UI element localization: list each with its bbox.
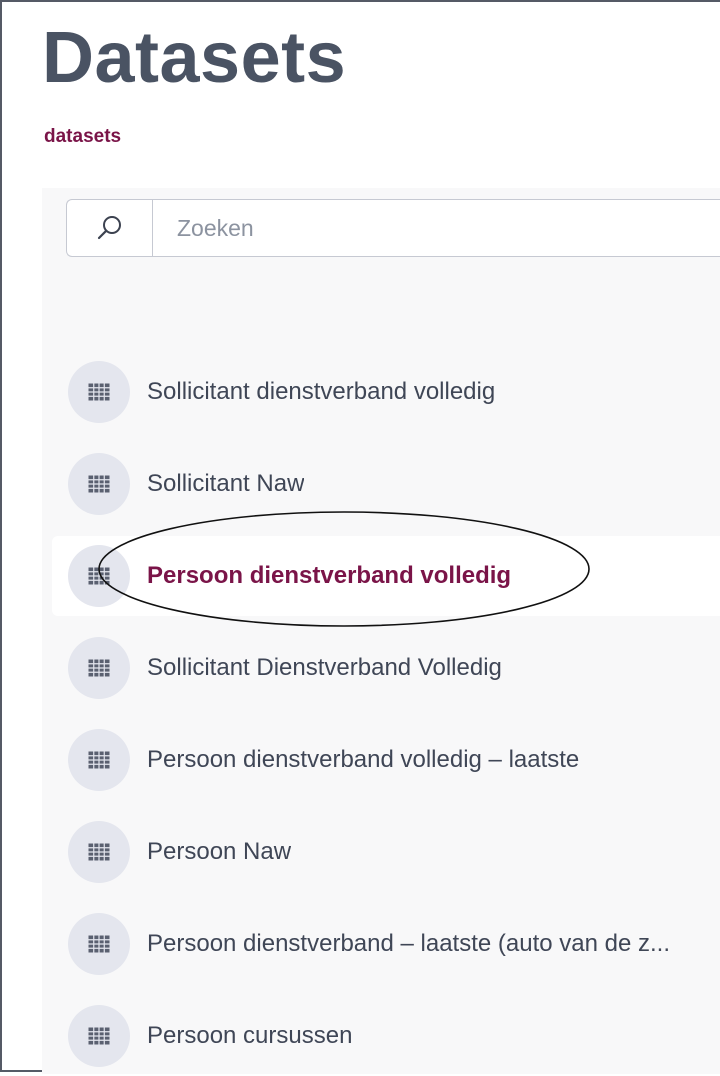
- search-button[interactable]: [67, 200, 153, 256]
- table-grid-icon: [68, 361, 130, 423]
- datasets-panel: Sollicitant dienstverband volledig: [42, 188, 720, 1074]
- table-grid-icon: [68, 729, 130, 791]
- dataset-item-label: Persoon dienstverband – laatste (auto va…: [147, 930, 670, 957]
- table-grid-icon: [68, 913, 130, 975]
- dataset-item-label: Sollicitant Naw: [147, 470, 305, 497]
- dataset-item[interactable]: Persoon dienstverband volledig – laatste: [52, 720, 720, 800]
- dataset-item-label: Persoon Naw: [147, 838, 292, 865]
- dataset-item[interactable]: Persoon Naw: [52, 812, 720, 892]
- search-bar: [66, 199, 720, 257]
- dataset-item[interactable]: Persoon dienstverband – laatste (auto va…: [52, 904, 720, 984]
- dataset-item-label: Sollicitant dienstverband volledig: [147, 378, 496, 405]
- dataset-item-label: Persoon dienstverband volledig – laatste: [147, 746, 580, 773]
- table-grid-icon: [68, 637, 130, 699]
- dataset-item[interactable]: Sollicitant Naw: [52, 444, 720, 524]
- table-grid-icon: [68, 453, 130, 515]
- dataset-item-active[interactable]: Persoon dienstverband volledig: [52, 536, 720, 616]
- search-icon: [97, 216, 121, 240]
- page-title: Datasets: [42, 18, 347, 98]
- search-input[interactable]: [153, 200, 720, 256]
- dataset-item-label: Persoon dienstverband volledig: [147, 562, 512, 589]
- dataset-item-label: Sollicitant Dienstverband Volledig: [147, 654, 502, 681]
- page-frame: Datasets datasets Zoeken Sollicitant die…: [0, 0, 720, 1074]
- dataset-item[interactable]: Sollicitant dienstverband volledig: [52, 352, 720, 432]
- table-grid-icon: [68, 1005, 130, 1067]
- table-grid-icon: [68, 545, 130, 607]
- breadcrumb[interactable]: datasets: [44, 126, 121, 148]
- dataset-item[interactable]: Sollicitant Dienstverband Volledig: [52, 628, 720, 708]
- dataset-item-label: Persoon cursussen: [147, 1022, 353, 1049]
- dataset-item[interactable]: Persoon cursussen: [52, 996, 720, 1076]
- table-grid-icon: [68, 821, 130, 883]
